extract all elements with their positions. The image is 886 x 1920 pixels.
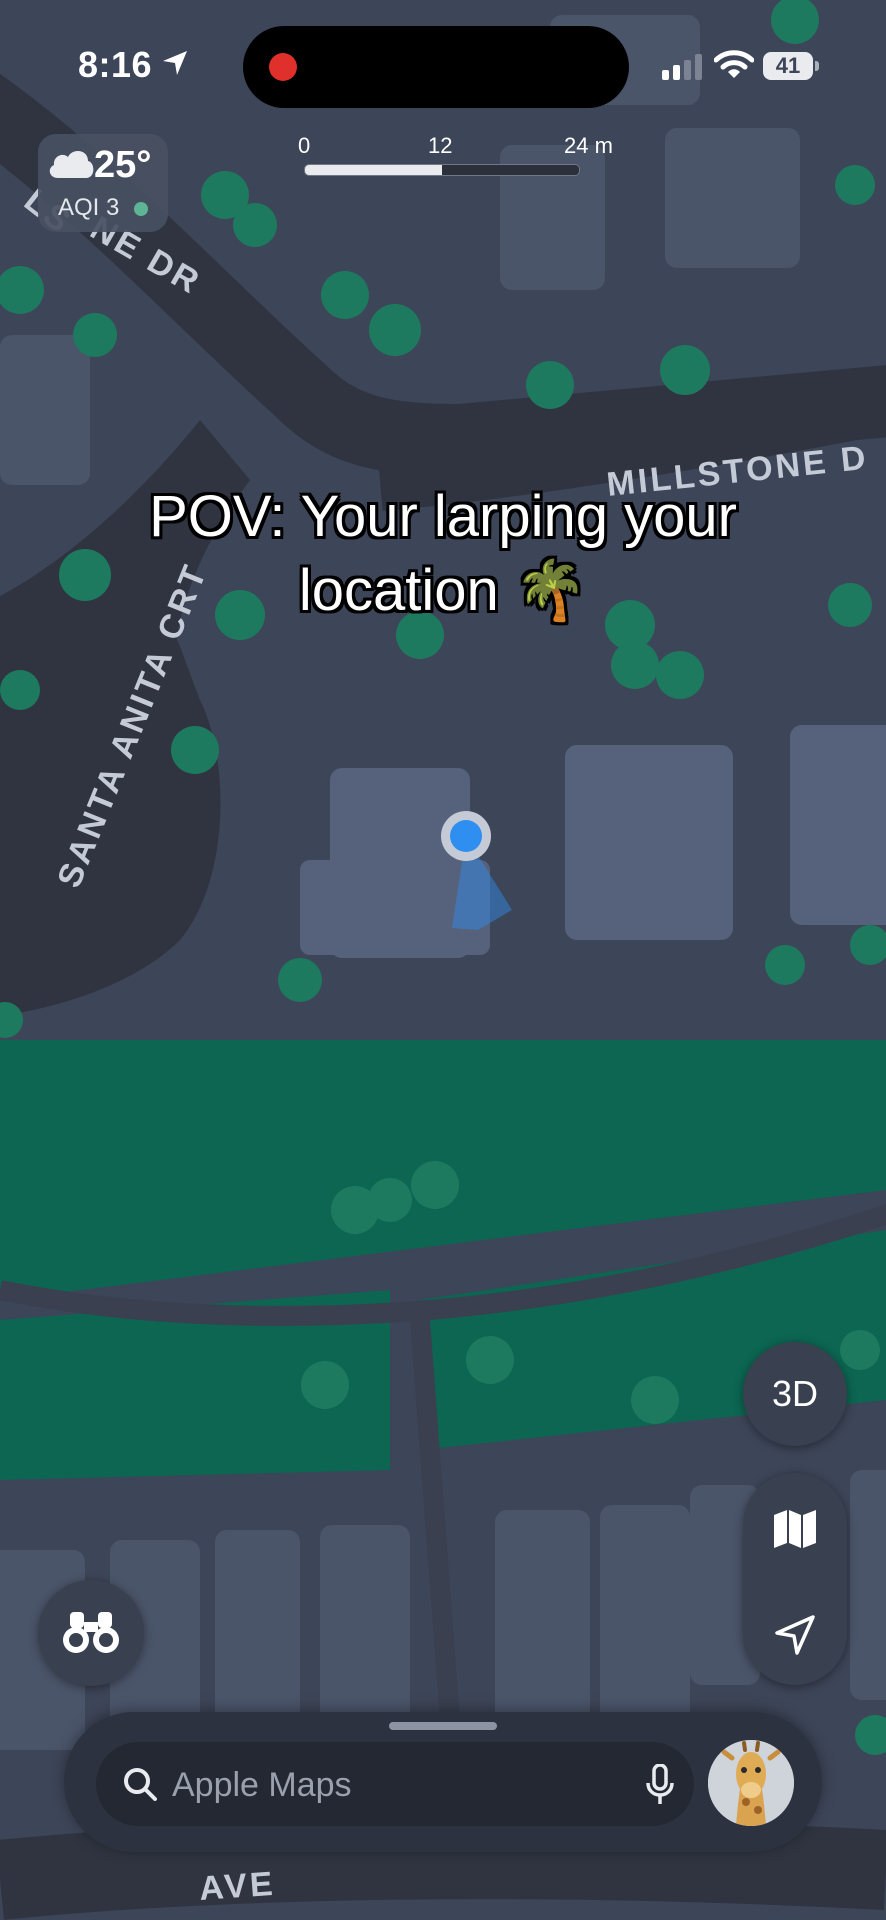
temperature: 25° [94,144,152,186]
giraffe-avatar-icon [708,1740,794,1826]
search-placeholder[interactable]: Apple Maps [172,1766,352,1804]
scale-label-24: 24 m [564,133,613,158]
search-icon [124,1768,157,1801]
sheet-grabber[interactable] [389,1722,497,1730]
road-bottom [0,1819,886,1920]
look-around-button[interactable] [38,1580,144,1686]
user-location-dot [450,820,482,852]
maps-screen: LS NE DR MILLSTONE D SANTA ANITA CRT AVE… [0,0,886,1920]
binoculars-icon [63,1612,119,1653]
video-caption: POV: Your larping your location 🌴 [0,480,886,628]
map-icon[interactable] [773,1509,817,1549]
recording-indicator-icon [269,53,297,81]
caption-line-1: POV: Your larping your [149,484,737,549]
aqi-indicator-dot [134,202,148,216]
location-arrow-icon[interactable] [773,1613,817,1657]
scale-bar [304,164,580,176]
caption-line-2: location 🌴 [298,558,588,623]
dynamic-island[interactable] [243,26,629,108]
3d-toggle-button[interactable]: 3D [743,1342,847,1446]
microphone-icon[interactable] [644,1764,676,1806]
scale-label-0: 0 [298,133,311,158]
search-field[interactable]: Apple Maps [96,1742,694,1826]
street-label-bottom: AVE [198,1865,277,1908]
map-controls [743,1473,847,1685]
search-sheet[interactable]: Apple Maps [64,1712,822,1852]
account-avatar[interactable] [708,1740,794,1826]
battery-cap [815,61,819,71]
battery-indicator: 41 [763,52,813,80]
wifi-icon [714,50,754,78]
cloud-icon [49,151,94,178]
weather-widget[interactable]: 25° AQI 3 [38,134,168,232]
status-time: 8:16 [78,44,153,85]
scale-label-12: 12 [428,133,453,158]
location-services-icon [163,51,187,75]
scale-bar-fill [305,165,442,175]
cellular-signal-icon [662,54,702,80]
aqi-label: AQI 3 [58,194,120,221]
